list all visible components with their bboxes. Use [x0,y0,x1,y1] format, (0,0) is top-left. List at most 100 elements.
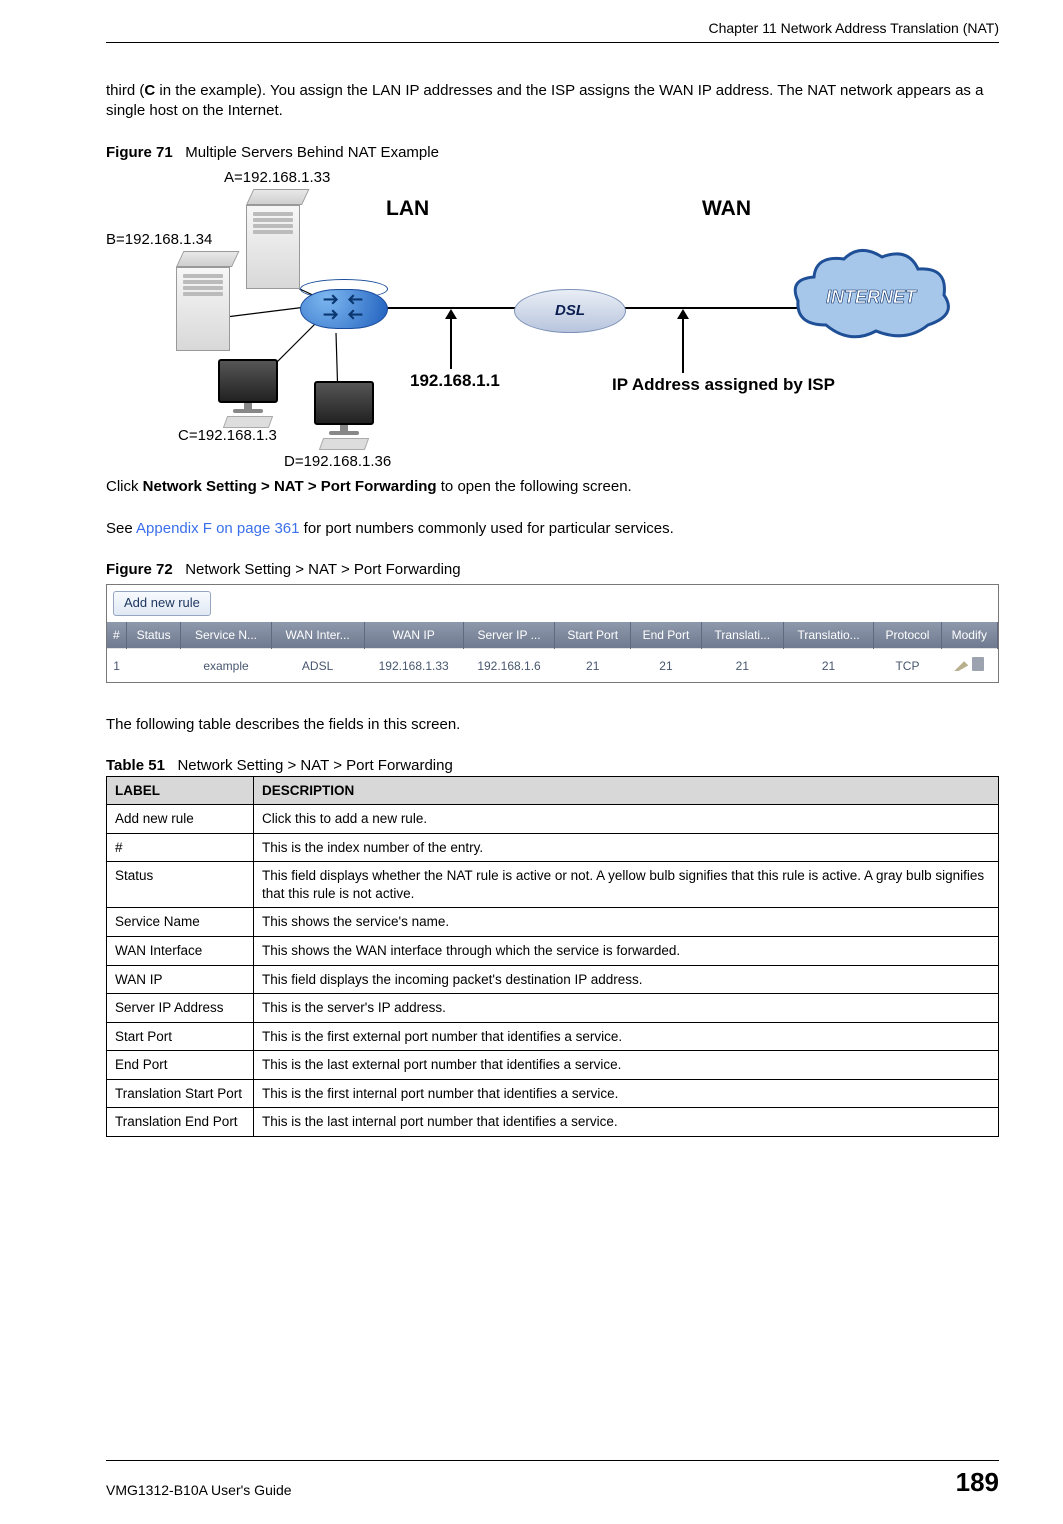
footer-guide-name: VMG1312-B10A User's Guide [106,1482,292,1498]
cell-t2: 21 [783,649,873,683]
row-desc: This is the first internal port number t… [254,1079,999,1108]
row-label: Start Port [107,1022,254,1051]
table-row: WAN InterfaceThis shows the WAN interfac… [107,936,999,965]
figure72-number: Figure 72 [106,561,173,578]
row-label: Status [107,862,254,908]
add-new-rule-button[interactable]: Add new rule [113,591,211,616]
col-status: Status [126,622,181,649]
field-description-table: LABEL DESCRIPTION Add new ruleClick this… [106,776,999,1137]
cell-serverip: 192.168.1.6 [463,649,555,683]
page-footer: VMG1312-B10A User's Guide 189 [106,1460,999,1498]
col-trans-end: Translatio... [783,622,873,649]
table-row: End PortThis is the last external port n… [107,1051,999,1080]
table51-caption: Table 51 Network Setting > NAT > Port Fo… [106,757,999,774]
table-row: Add new ruleClick this to add a new rule… [107,805,999,834]
row-desc: This is the last external port number th… [254,1051,999,1080]
click-pre: Click [106,478,143,495]
table-row: WAN IPThis field displays the incoming p… [107,965,999,994]
desc-head-desc: DESCRIPTION [254,777,999,805]
figure72-title: Network Setting > NAT > Port Forwarding [185,561,460,578]
figure72-caption: Figure 72 Network Setting > NAT > Port F… [106,561,999,578]
row-label: WAN IP [107,965,254,994]
table-row: Translation End PortThis is the last int… [107,1108,999,1137]
intro-paragraph: third (C in the example). You assign the… [106,81,999,122]
cell-status [126,649,181,683]
table-row: 1 example ADSL 192.168.1.33 192.168.1.6 … [107,649,998,683]
cell-t1: 21 [701,649,783,683]
row-desc: This field displays whether the NAT rule… [254,862,999,908]
arrow-gateway [450,317,452,369]
desc-head-label: LABEL [107,777,254,805]
delete-icon[interactable] [972,657,984,671]
cell-wanif: ADSL [271,649,364,683]
figure71-caption: Figure 71 Multiple Servers Behind NAT Ex… [106,144,999,161]
device-pc-c [210,359,286,429]
table51-number: Table 51 [106,757,165,774]
table-row: Service NameThis shows the service's nam… [107,908,999,937]
row-label: Server IP Address [107,994,254,1023]
row-label: Translation End Port [107,1108,254,1137]
row-desc: This shows the WAN interface through whi… [254,936,999,965]
row-label: WAN Interface [107,936,254,965]
nat-topology-diagram: A=192.168.1.33 B=192.168.1.34 LAN WAN 19… [106,167,956,467]
col-num: # [107,622,126,649]
row-label: Service Name [107,908,254,937]
cell-eport: 21 [631,649,702,683]
table-row: Translation Start PortThis is the first … [107,1079,999,1108]
intro-text-pre: third ( [106,82,144,99]
arrow-isp [682,317,684,373]
edit-icon[interactable] [954,657,968,671]
see-appendix: See Appendix F on page 361 for port numb… [106,519,999,539]
col-protocol: Protocol [874,622,941,649]
port-forwarding-table: # Status Service N... WAN Inter... WAN I… [107,622,998,682]
device-server-b [176,251,230,349]
row-desc: This shows the service's name. [254,908,999,937]
page-number: 189 [956,1467,999,1498]
click-path: Network Setting > NAT > Port Forwarding [143,478,437,495]
cell-proto: TCP [874,649,941,683]
table51-title: Network Setting > NAT > Port Forwarding [177,757,452,774]
internet-cloud: INTERNET [786,245,956,355]
footer-rule [106,1460,999,1461]
table-row: #This is the index number of the entry. [107,833,999,862]
header-rule [106,42,999,43]
intro-text-post: in the example). You assign the LAN IP a… [106,82,983,119]
port-forwarding-screenshot: Add new rule # Status Service N... WAN I… [106,584,999,683]
cell-modify [941,649,997,683]
figure71-number: Figure 71 [106,144,173,161]
see-pre: See [106,520,136,537]
row-desc: This is the server's IP address. [254,994,999,1023]
row-label: # [107,833,254,862]
figure71-title: Multiple Servers Behind NAT Example [185,144,439,161]
device-pc-d [306,381,382,451]
table-row: Server IP AddressThis is the server's IP… [107,994,999,1023]
device-router [300,279,390,339]
chapter-header: Chapter 11 Network Address Translation (… [106,20,999,36]
row-desc: Click this to add a new rule. [254,805,999,834]
col-service: Service N... [181,622,271,649]
col-start-port: Start Port [555,622,631,649]
col-end-port: End Port [631,622,702,649]
see-post: for port numbers commonly used for parti… [300,520,674,537]
cell-wanip: 192.168.1.33 [364,649,463,683]
internet-cloud-label: INTERNET [826,287,918,307]
click-instruction: Click Network Setting > NAT > Port Forwa… [106,477,999,497]
row-desc: This is the first external port number t… [254,1022,999,1051]
cell-num: 1 [107,649,126,683]
row-label: Add new rule [107,805,254,834]
appendix-link[interactable]: Appendix F on page 361 [136,520,299,537]
device-server-a [246,189,300,287]
click-post: to open the following screen. [437,478,632,495]
dsl-label: DSL [555,302,585,319]
table-row: Start PortThis is the first external por… [107,1022,999,1051]
cell-service: example [181,649,271,683]
table-row: StatusThis field displays whether the NA… [107,862,999,908]
table-intro: The following table describes the fields… [106,715,999,735]
row-desc: This is the last internal port number th… [254,1108,999,1137]
row-label: Translation Start Port [107,1079,254,1108]
device-dsl-modem: DSL [514,283,624,337]
intro-bold-c: C [144,82,155,99]
col-trans-start: Translati... [701,622,783,649]
row-label: End Port [107,1051,254,1080]
col-wan-ip: WAN IP [364,622,463,649]
